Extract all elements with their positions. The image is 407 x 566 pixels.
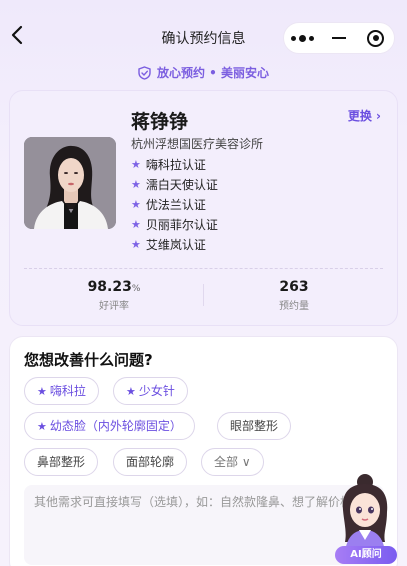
target-icon [367, 29, 385, 47]
booking-stat: 263 预约量 [214, 279, 374, 312]
star-icon: ★ [131, 158, 141, 171]
divider [24, 268, 383, 269]
nav-bar: 确认预约信息 [0, 0, 407, 56]
star-icon: ★ [37, 385, 47, 398]
doctor-photo [24, 137, 116, 229]
booking-count: 263 [279, 279, 309, 295]
concern-chip[interactable]: ★ 嗨科拉 [24, 377, 99, 405]
star-icon: ★ [131, 218, 141, 231]
show-all-chip[interactable]: 全部 ∨ [201, 448, 264, 476]
concern-chip[interactable]: 面部轮廓 [113, 448, 188, 476]
certification-item: ★ 艾维岚认证 [131, 235, 218, 255]
rating-stat: 98.23% 好评率 [34, 279, 194, 312]
certification-item: ★ 濡白天使认证 [131, 175, 218, 195]
minimize-icon [332, 37, 346, 39]
doctor-name: 蒋铮铮 [131, 111, 189, 133]
stat-separator [203, 284, 204, 306]
close-miniprogram-button[interactable] [357, 23, 394, 53]
rating-unit: % [131, 284, 141, 294]
doctor-card: 蒋铮铮 杭州浮想国医疗美容诊所 更换 › ★ 嗨科拉认证 ★ 濡白天使认证 ★ 优法兰… [9, 90, 398, 326]
more-button[interactable] [284, 23, 321, 53]
trust-banner: 放心预约 • 美丽安心 [0, 64, 407, 81]
star-icon: ★ [126, 385, 136, 398]
miniprogram-capsule [283, 22, 395, 54]
trust-banner-text: 放心预约 • 美丽安心 [156, 66, 270, 80]
rating-value: 98.23 [87, 279, 132, 295]
certification-item: ★ 贝丽菲尔认证 [131, 215, 218, 235]
concern-chip[interactable]: ★ 少女针 [113, 377, 188, 405]
clinic-name: 杭州浮想国医疗美容诊所 [131, 137, 264, 151]
shield-icon [138, 65, 151, 80]
change-doctor-button[interactable]: 更换 › [348, 107, 381, 124]
star-icon: ★ [131, 238, 141, 251]
more-icon [290, 34, 314, 42]
concern-title: 您想改善什么问题? [24, 351, 153, 369]
rating-label: 好评率 [99, 301, 129, 312]
certification-item: ★ 嗨科拉认证 [131, 155, 218, 175]
star-icon: ★ [131, 198, 141, 211]
star-icon: ★ [131, 178, 141, 191]
ai-assistant-label: AI顾问 [335, 546, 397, 564]
concern-chip[interactable]: ★ 幼态脸（内外轮廓固定） [24, 412, 195, 440]
concern-chip[interactable]: 鼻部整形 [24, 448, 99, 476]
star-icon: ★ [37, 420, 47, 433]
booking-label: 预约量 [279, 301, 309, 312]
minimize-button[interactable] [321, 23, 358, 53]
ai-assistant-button[interactable]: AI顾问 [325, 470, 403, 566]
concern-chip[interactable]: 眼部整形 [217, 412, 292, 440]
certification-item: ★ 优法兰认证 [131, 195, 218, 215]
certification-list: ★ 嗨科拉认证 ★ 濡白天使认证 ★ 优法兰认证 ★ 贝丽菲尔认证 ★ 艾维岚认证 [131, 155, 218, 255]
